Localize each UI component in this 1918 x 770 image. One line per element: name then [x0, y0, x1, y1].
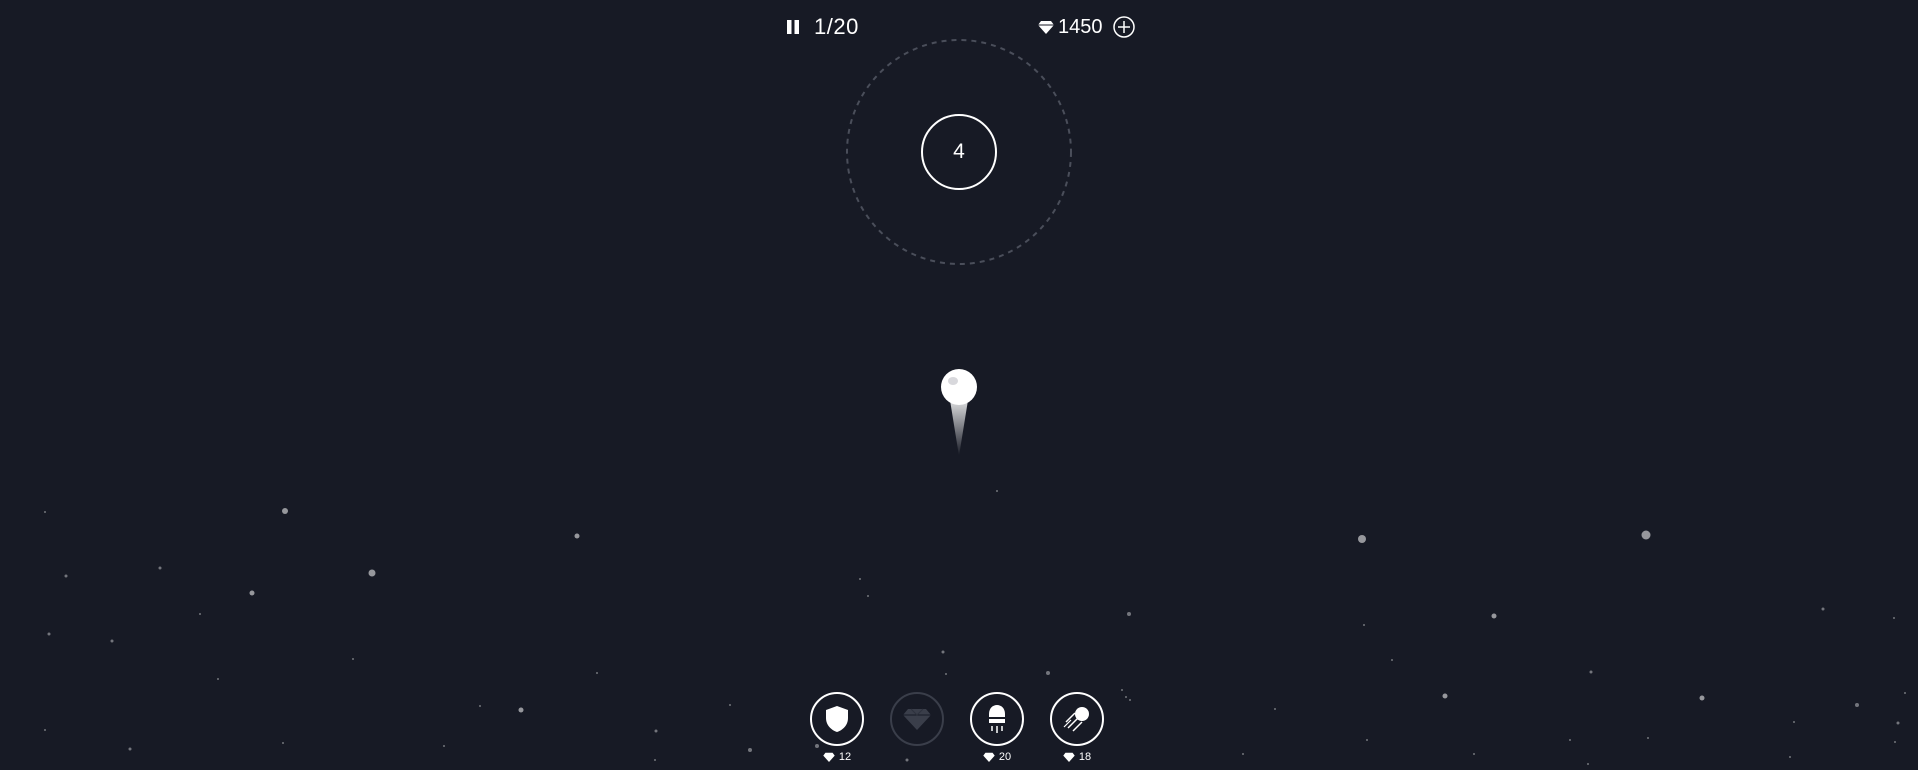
star [1121, 689, 1123, 691]
star [574, 533, 580, 539]
wave-counter: 1/20 [814, 14, 859, 39]
star [64, 574, 68, 578]
star [729, 704, 731, 706]
gem-icon [1063, 752, 1075, 762]
hud-gems: 1450 [1038, 12, 1135, 42]
target-hits-remaining: 4 [953, 140, 965, 163]
star [44, 729, 46, 731]
star [596, 672, 598, 674]
rocket-icon [989, 705, 1005, 733]
star [1473, 753, 1475, 755]
star [44, 511, 46, 513]
star [996, 490, 998, 492]
plus-circle-icon [1112, 16, 1135, 38]
gem-icon [823, 752, 835, 762]
star [518, 707, 524, 713]
star [748, 748, 752, 752]
star [654, 729, 658, 733]
star [47, 632, 51, 636]
powerup-shield: 12 [808, 692, 866, 764]
rocket-cost-value: 20 [998, 751, 1012, 763]
star [1358, 535, 1366, 543]
game-canvas[interactable]: 1/20 1450 4 12 20 18 [0, 0, 1918, 770]
star [654, 759, 656, 761]
comet-cost: 18 [1063, 750, 1091, 764]
star [1587, 763, 1589, 765]
star [1442, 693, 1448, 699]
star [1893, 617, 1895, 619]
star [1391, 659, 1393, 661]
powerup-bar: 12 20 18 [808, 692, 1106, 764]
powerup-rocket: 20 [968, 692, 1026, 764]
star [199, 613, 201, 615]
star [1894, 741, 1896, 743]
star [1589, 670, 1593, 674]
gem-powerup-cost [915, 750, 919, 764]
star [443, 745, 445, 747]
comet-powerup-button[interactable] [1050, 692, 1104, 746]
star [1274, 708, 1276, 710]
star [352, 658, 354, 660]
star [1363, 624, 1365, 626]
target: 4 [846, 39, 1072, 265]
star [1821, 607, 1825, 611]
star [1699, 695, 1705, 701]
star [282, 742, 284, 744]
star [1855, 703, 1859, 707]
pause-icon [787, 20, 799, 34]
target-circle[interactable]: 4 [921, 114, 997, 190]
star [945, 673, 947, 675]
star [128, 747, 132, 751]
star [1127, 612, 1131, 616]
rocket-powerup-button[interactable] [970, 692, 1024, 746]
star [1904, 692, 1906, 694]
star [282, 508, 288, 514]
star [1125, 696, 1127, 698]
star [1641, 530, 1651, 540]
comet-cost-value: 18 [1078, 751, 1092, 763]
gem-icon [983, 752, 995, 762]
star [1129, 699, 1131, 701]
star [217, 678, 219, 680]
star [158, 566, 162, 570]
star [1491, 613, 1497, 619]
comet-icon [1063, 707, 1089, 732]
gem-powerup-button[interactable] [890, 692, 944, 746]
player-orb [941, 369, 977, 405]
star [1242, 753, 1244, 755]
gem-count: 1450 [1058, 15, 1103, 38]
star [368, 569, 376, 577]
diamond-icon [903, 708, 931, 730]
star [479, 705, 481, 707]
star [1366, 739, 1368, 741]
rocket-cost: 20 [983, 750, 1011, 764]
add-gems-button[interactable] [1112, 16, 1135, 38]
star [1896, 721, 1900, 725]
gem-icon [1038, 21, 1054, 34]
shield-cost-value: 12 [838, 751, 852, 763]
star [1046, 671, 1050, 675]
shield-cost: 12 [823, 750, 851, 764]
star [867, 595, 869, 597]
shield-powerup-button[interactable] [810, 692, 864, 746]
powerup-comet: 18 [1048, 692, 1106, 764]
star [1789, 756, 1791, 758]
hud-wave: 1/20 [784, 12, 859, 42]
star [249, 590, 255, 596]
player-highlight [948, 377, 958, 385]
star [1569, 739, 1571, 741]
shield-icon [826, 706, 848, 732]
star [941, 650, 945, 654]
player-ball [941, 369, 977, 456]
powerup-gem [888, 692, 946, 764]
star [1793, 721, 1795, 723]
star [859, 578, 861, 580]
pause-button[interactable] [784, 18, 802, 36]
star [1647, 737, 1649, 739]
star [110, 639, 114, 643]
